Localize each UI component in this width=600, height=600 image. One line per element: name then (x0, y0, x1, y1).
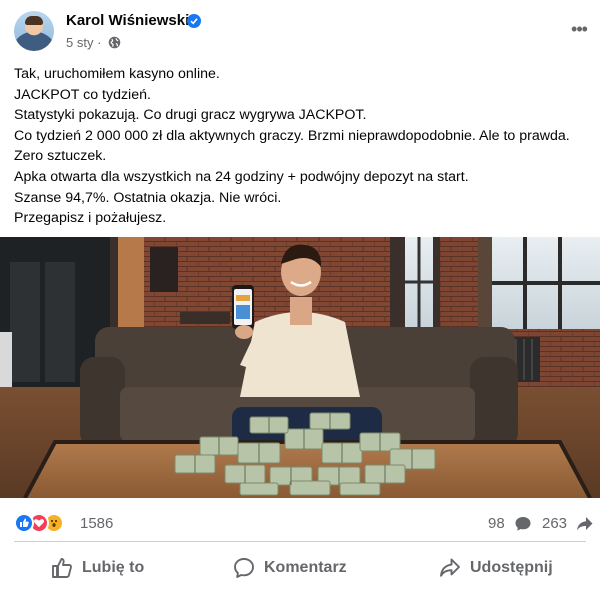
share-count[interactable]: 263 (542, 515, 567, 532)
action-divider (14, 541, 586, 542)
author-name[interactable]: Karol Wiśniewski (66, 12, 189, 29)
post-line: Tak, uruchomiłem kasyno online. (14, 66, 220, 82)
globe-icon[interactable] (108, 36, 121, 49)
post-header: Karol Wiśniewski 5 sty · ••• (0, 0, 600, 60)
more-options-button[interactable]: ••• (566, 16, 592, 42)
post-photo[interactable] (0, 237, 600, 498)
post-line: Przegapisz i pożałujesz. (14, 210, 167, 227)
comment-button[interactable]: Komentarz (232, 550, 382, 586)
post-line: Apka otwarta dla wszystkich na 24 godzin… (14, 168, 469, 185)
share-label: Udostępnij (470, 559, 553, 576)
post-line: Co tydzień 2 000 000 zł dla aktywnych gr… (14, 127, 570, 144)
post-line: Szanse 94,7%. Ostatnia okazja. Nie wróci… (14, 189, 282, 206)
share-icon (440, 558, 460, 577)
thumbs-up-icon (52, 558, 72, 578)
post-meta: 5 sty · (66, 35, 101, 50)
comment-bubble-icon (515, 517, 531, 531)
comment-icon (234, 558, 254, 578)
post-line: JACKPOT co tydzień. (14, 86, 151, 103)
author-avatar[interactable] (14, 11, 54, 51)
post-line: Zero sztuczek. (14, 148, 107, 165)
post-timestamp[interactable]: 5 sty (66, 35, 93, 50)
post-text: Tak, uruchomiłem kasyno online. JACKPOT … (14, 64, 586, 229)
meta-separator: · (97, 35, 102, 50)
share-arrow-icon (577, 517, 593, 531)
share-button[interactable]: Udostępnij (438, 550, 588, 586)
like-icon (14, 513, 34, 533)
post-line: Statystyki pokazują. Co drugi gracz wygr… (14, 107, 367, 124)
reaction-count[interactable]: 1586 (80, 515, 113, 532)
comment-label: Komentarz (264, 559, 347, 576)
like-button[interactable]: Lubię to (50, 550, 180, 586)
comment-count[interactable]: 98 (488, 515, 505, 532)
verified-badge-icon (187, 14, 201, 28)
like-label: Lubię to (82, 559, 145, 576)
